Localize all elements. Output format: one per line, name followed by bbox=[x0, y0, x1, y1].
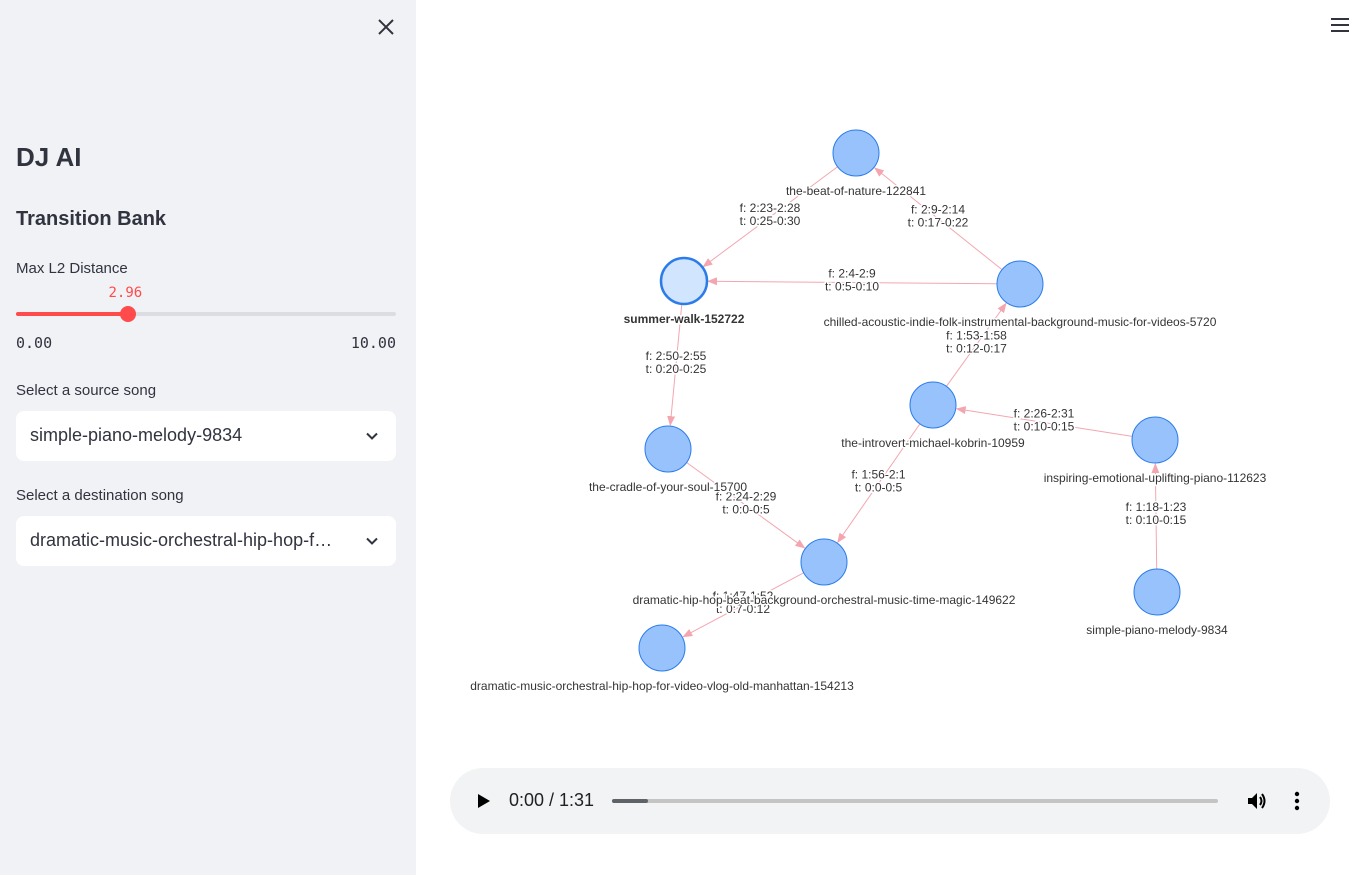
edge-to-label: t: 0:5-0:10 bbox=[825, 280, 879, 294]
destination-song-value: dramatic-music-orchestral-hip-hop-for-vi… bbox=[30, 530, 340, 550]
source-song-label: Select a source song bbox=[16, 382, 157, 399]
audio-player: 0:00 / 1:31 bbox=[450, 768, 1330, 834]
graph-node-summer[interactable] bbox=[659, 256, 709, 306]
graph-node-cradle[interactable] bbox=[644, 425, 692, 473]
edge-to-label: t: 0:0-0:5 bbox=[855, 481, 903, 495]
edge-from-label: f: 2:26-2:31 bbox=[1014, 407, 1075, 421]
progress-fill bbox=[612, 799, 649, 803]
slider-label: Max L2 Distance bbox=[16, 260, 128, 277]
slider-max-label: 10.00 bbox=[350, 334, 396, 352]
graph-node-label: summer-walk-152722 bbox=[624, 312, 745, 326]
edge-to-label: t: 0:20-0:25 bbox=[646, 362, 707, 376]
edge-from-label: f: 2:23-2:28 bbox=[740, 201, 801, 215]
graph-node-introvert[interactable] bbox=[909, 381, 957, 429]
slider-fill bbox=[16, 312, 129, 316]
graph-node-simple[interactable] bbox=[1133, 568, 1181, 616]
graph-node-chilled[interactable] bbox=[996, 260, 1044, 308]
slider-value: 2.96 bbox=[108, 285, 143, 301]
graph-node-label: dramatic-hip-hop-beat-background-orchest… bbox=[633, 593, 1016, 607]
graph-node-label: simple-piano-melody-9834 bbox=[1086, 623, 1228, 637]
volume-icon bbox=[1248, 793, 1266, 809]
edge-to-label: t: 0:0-0:5 bbox=[722, 503, 770, 517]
edge-to-label: t: 0:10-0:15 bbox=[1126, 513, 1187, 527]
close-sidebar-button[interactable] bbox=[372, 13, 400, 41]
destination-song-label: Select a destination song bbox=[16, 487, 184, 504]
time-display: 0:00 / 1:31 bbox=[509, 790, 595, 810]
source-song-value: simple-piano-melody-9834 bbox=[30, 425, 243, 445]
progress-bar[interactable] bbox=[612, 799, 1218, 803]
edge-to-label: t: 0:25-0:30 bbox=[740, 214, 801, 228]
sidebar: DJ AI Transition Bank Max L2 Distance 2.… bbox=[0, 0, 416, 875]
app-title: DJ AI bbox=[16, 142, 82, 172]
section-title: Transition Bank bbox=[16, 208, 167, 230]
play-button[interactable] bbox=[472, 790, 494, 812]
edge-from-label: f: 2:4-2:9 bbox=[828, 267, 876, 281]
edge-to-label: t: 0:10-0:15 bbox=[1014, 420, 1075, 434]
chevron-down-icon bbox=[366, 537, 378, 545]
play-icon bbox=[478, 794, 490, 808]
graph-node-label: dramatic-music-orchestral-hip-hop-for-vi… bbox=[470, 679, 854, 693]
destination-song-select[interactable]: dramatic-music-orchestral-hip-hop-for-vi… bbox=[16, 516, 396, 566]
more-options-icon bbox=[1294, 791, 1300, 811]
chevron-down-icon bbox=[366, 432, 378, 440]
graph-node-label: inspiring-emotional-uplifting-piano-1126… bbox=[1044, 471, 1267, 485]
max-l2-distance-slider[interactable] bbox=[16, 306, 396, 322]
source-song-select[interactable]: simple-piano-melody-9834 bbox=[16, 411, 396, 461]
graph-node-label: the-introvert-michael-kobrin-10959 bbox=[841, 436, 1025, 450]
graph-node-inspiring[interactable] bbox=[1131, 416, 1179, 464]
edge-to-label: t: 0:17-0:22 bbox=[908, 216, 969, 230]
graph-node-dramhip[interactable] bbox=[800, 538, 848, 586]
volume-button[interactable] bbox=[1246, 790, 1268, 812]
graph-node-beat[interactable] bbox=[832, 129, 880, 177]
graph-node-label: the-cradle-of-your-soul-15700 bbox=[589, 480, 747, 494]
slider-min-label: 0.00 bbox=[16, 334, 53, 352]
edge-from-label: f: 1:56-2:1 bbox=[851, 468, 905, 482]
slider-thumb[interactable] bbox=[120, 306, 137, 322]
edge-from-label: f: 1:18-1:23 bbox=[1126, 500, 1187, 514]
edge-from-label: f: 2:9-2:14 bbox=[911, 203, 965, 217]
graph-node-label: the-beat-of-nature-122841 bbox=[786, 184, 926, 198]
close-icon bbox=[378, 19, 394, 35]
graph-node-label: chilled-acoustic-indie-folk-instrumental… bbox=[824, 315, 1217, 329]
transition-graph[interactable]: f: 2:23-2:28t: 0:25-0:30f: 2:9-2:14t: 0:… bbox=[416, 0, 1368, 760]
graph-node-manhattan[interactable] bbox=[638, 624, 686, 672]
edge-from-label: f: 2:50-2:55 bbox=[646, 349, 707, 363]
edge-to-label: t: 0:12-0:17 bbox=[946, 342, 1007, 356]
more-options-button[interactable] bbox=[1288, 790, 1306, 812]
edge-from-label: f: 1:53-1:58 bbox=[946, 329, 1007, 343]
